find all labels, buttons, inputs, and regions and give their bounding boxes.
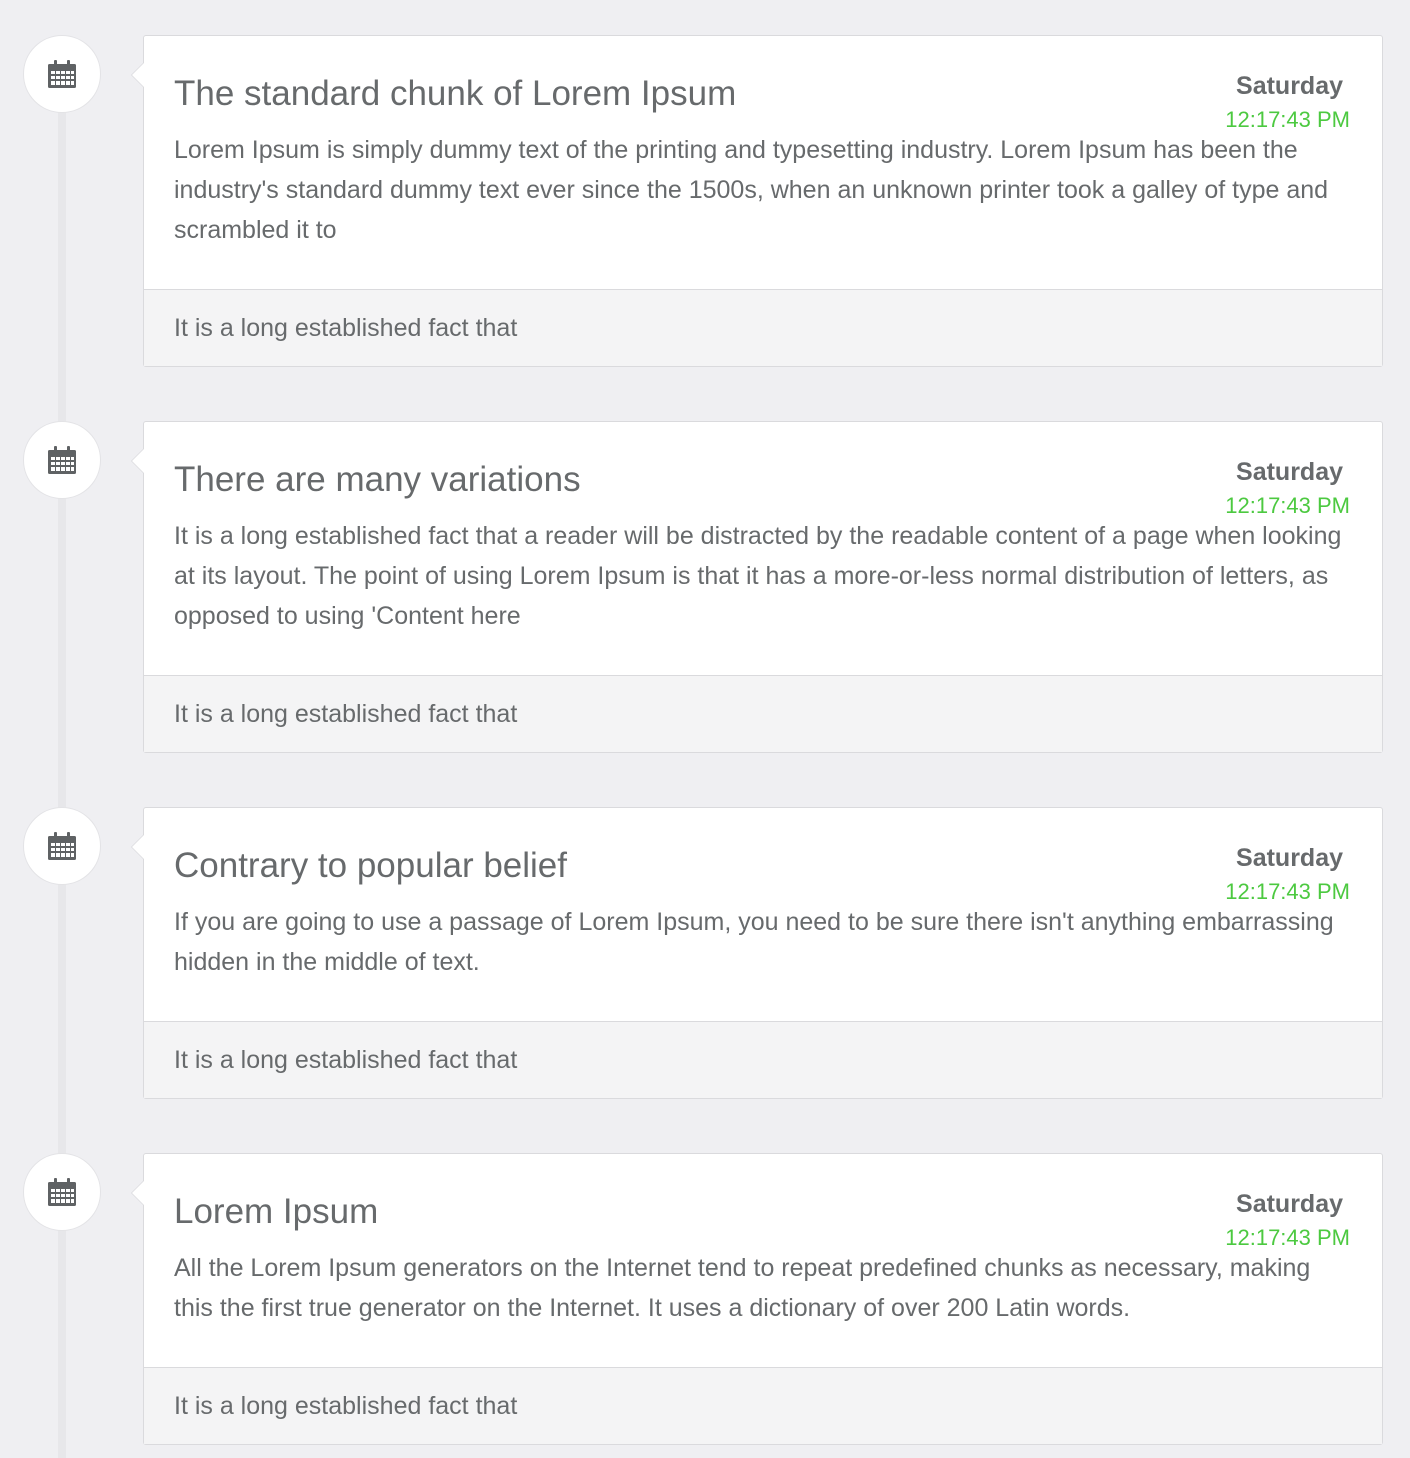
card-text: If you are going to use a passage of Lor… (174, 908, 1334, 976)
card-time: 12:17:43 PM (1225, 879, 1350, 904)
card-body: Contrary to popular belief Saturday 12:1… (144, 808, 1382, 1021)
card-text: It is a long established fact that a rea… (174, 522, 1342, 630)
timeline-card: The standard chunk of Lorem Ipsum Saturd… (131, 35, 1383, 367)
card-text: Lorem Ipsum is simply dummy text of the … (174, 136, 1329, 244)
card-body: There are many variations Saturday 12:17… (144, 422, 1382, 675)
card-arrow (131, 834, 144, 860)
calendar-icon (23, 421, 101, 499)
card-meta: Saturday 12:17:43 PM (1225, 456, 1350, 520)
calendar-icon (23, 1153, 101, 1231)
timeline-card: Lorem Ipsum Saturday 12:17:43 PM All the… (131, 1153, 1383, 1445)
card-arrow (131, 62, 144, 88)
card-footer: It is a long established fact that (144, 1367, 1382, 1444)
card-day: Saturday (1236, 72, 1343, 100)
timeline-card: Contrary to popular belief Saturday 12:1… (131, 807, 1383, 1099)
card-footer: It is a long established fact that (144, 289, 1382, 366)
card-title: There are many variations (174, 460, 581, 499)
card-meta: Saturday 12:17:43 PM (1225, 70, 1350, 134)
card-title: The standard chunk of Lorem Ipsum (174, 74, 737, 113)
card-footer: It is a long established fact that (144, 1021, 1382, 1098)
card-time: 12:17:43 PM (1225, 1225, 1350, 1250)
card-footer: It is a long established fact that (144, 675, 1382, 752)
card-day: Saturday (1236, 844, 1343, 872)
calendar-icon (23, 807, 101, 885)
card-text: All the Lorem Ipsum generators on the In… (174, 1254, 1311, 1322)
calendar-icon (23, 35, 101, 113)
card-body: The standard chunk of Lorem Ipsum Saturd… (144, 36, 1382, 289)
card-meta: Saturday 12:17:43 PM (1225, 842, 1350, 906)
card-day: Saturday (1236, 458, 1343, 486)
card-arrow (131, 1180, 144, 1206)
card-title: Contrary to popular belief (174, 846, 567, 885)
card-arrow (131, 448, 144, 474)
card-meta: Saturday 12:17:43 PM (1225, 1188, 1350, 1252)
card-time: 12:17:43 PM (1225, 107, 1350, 132)
timeline-line (58, 70, 66, 1458)
card-time: 12:17:43 PM (1225, 493, 1350, 518)
card-title: Lorem Ipsum (174, 1192, 379, 1231)
timeline-card: There are many variations Saturday 12:17… (131, 421, 1383, 753)
card-day: Saturday (1236, 1190, 1343, 1218)
card-body: Lorem Ipsum Saturday 12:17:43 PM All the… (144, 1154, 1382, 1367)
timeline: The standard chunk of Lorem Ipsum Saturd… (0, 0, 1410, 1458)
